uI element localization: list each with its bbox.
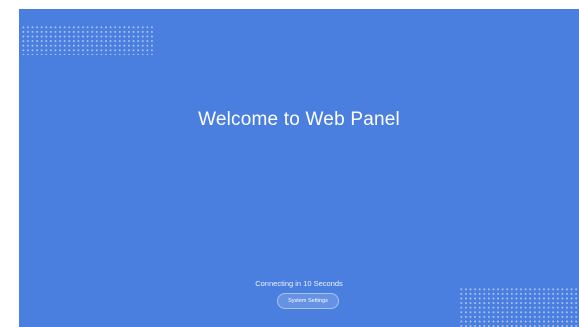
connection-status-text: Connecting in 10 Seconds [255,279,343,288]
welcome-title: Welcome to Web Panel [198,109,400,130]
decorative-dot-pattern-bottom-right [459,287,579,327]
system-settings-button[interactable]: System Settings [277,293,339,309]
welcome-screen: Welcome to Web Panel Connecting in 10 Se… [19,9,579,327]
decorative-dot-pattern-top-left [21,25,155,55]
